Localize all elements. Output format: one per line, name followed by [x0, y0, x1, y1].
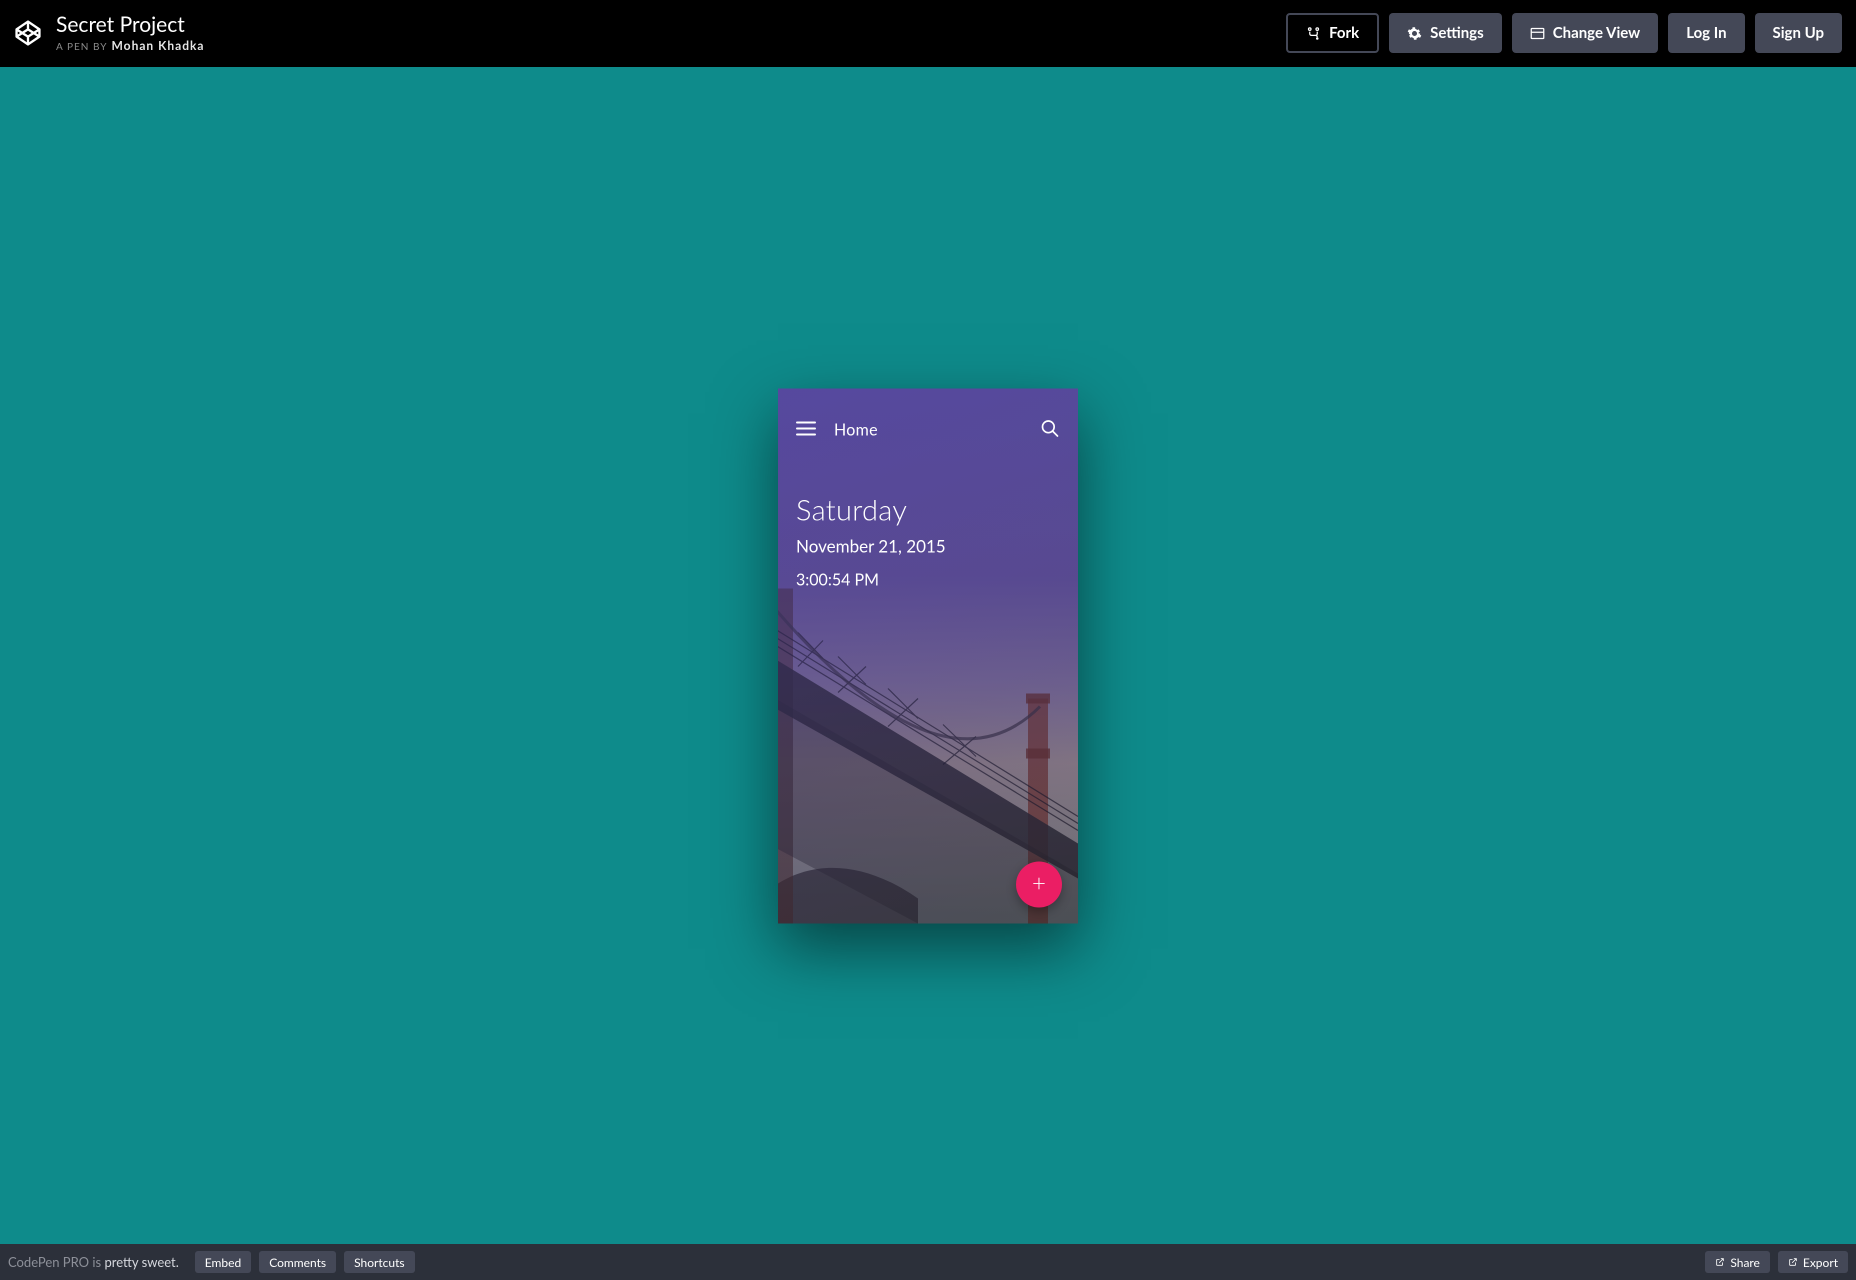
phone-content: Home Saturday November 21, 2015 3:00:54 …: [778, 388, 1078, 611]
plus-icon: +: [1032, 871, 1046, 895]
title-block: Secret Project A PEN BY Mohan Khadka: [56, 13, 205, 53]
time-label: 3:00:54 PM: [796, 570, 1060, 589]
embed-label: Embed: [205, 1255, 241, 1270]
share-label: Share: [1730, 1255, 1760, 1270]
pen-author[interactable]: Mohan Khadka: [112, 38, 205, 53]
promo-prefix: CodePen PRO is: [8, 1254, 104, 1270]
signup-label: Sign Up: [1773, 24, 1824, 42]
codepen-logo-icon[interactable]: [14, 19, 42, 47]
login-label: Log In: [1686, 24, 1726, 42]
change-view-button[interactable]: Change View: [1512, 13, 1659, 53]
export-button[interactable]: Export: [1778, 1251, 1848, 1273]
signup-button[interactable]: Sign Up: [1755, 13, 1842, 53]
fork-icon: [1306, 26, 1321, 41]
fab-add-button[interactable]: +: [1016, 861, 1062, 907]
pen-title[interactable]: Secret Project: [56, 13, 205, 36]
fork-button[interactable]: Fork: [1286, 13, 1379, 53]
share-button[interactable]: Share: [1705, 1251, 1770, 1273]
phone-mockup: Home Saturday November 21, 2015 3:00:54 …: [778, 388, 1078, 923]
login-button[interactable]: Log In: [1668, 13, 1744, 53]
app-bar: Home: [796, 410, 1060, 450]
settings-button[interactable]: Settings: [1389, 13, 1502, 53]
change-view-label: Change View: [1553, 24, 1641, 42]
date-label: November 21, 2015: [796, 535, 1060, 556]
preview-canvas: Home Saturday November 21, 2015 3:00:54 …: [0, 67, 1856, 1244]
footer: CodePen PRO is pretty sweet. Embed Comme…: [0, 1244, 1856, 1280]
search-icon[interactable]: [1040, 418, 1060, 442]
shortcuts-label: Shortcuts: [354, 1255, 404, 1270]
app-title: Home: [834, 421, 878, 440]
promo-highlight: pretty sweet.: [104, 1254, 178, 1270]
settings-label: Settings: [1430, 24, 1484, 42]
comments-button[interactable]: Comments: [259, 1251, 336, 1273]
hamburger-icon[interactable]: [796, 421, 816, 440]
embed-button[interactable]: Embed: [195, 1251, 251, 1273]
export-label: Export: [1803, 1255, 1838, 1270]
layout-icon: [1530, 26, 1545, 41]
footer-promo[interactable]: CodePen PRO is pretty sweet.: [8, 1254, 179, 1270]
day-label: Saturday: [796, 492, 1060, 527]
shortcuts-button[interactable]: Shortcuts: [344, 1251, 414, 1273]
fork-label: Fork: [1329, 24, 1359, 42]
pen-subtitle: A PEN BY Mohan Khadka: [56, 38, 205, 53]
pen-subtitle-prefix: A PEN BY: [56, 41, 107, 53]
comments-label: Comments: [269, 1255, 326, 1270]
gear-icon: [1407, 26, 1422, 41]
header: Secret Project A PEN BY Mohan Khadka For…: [0, 0, 1856, 67]
export-icon: [1788, 1257, 1798, 1267]
share-icon: [1715, 1257, 1725, 1267]
